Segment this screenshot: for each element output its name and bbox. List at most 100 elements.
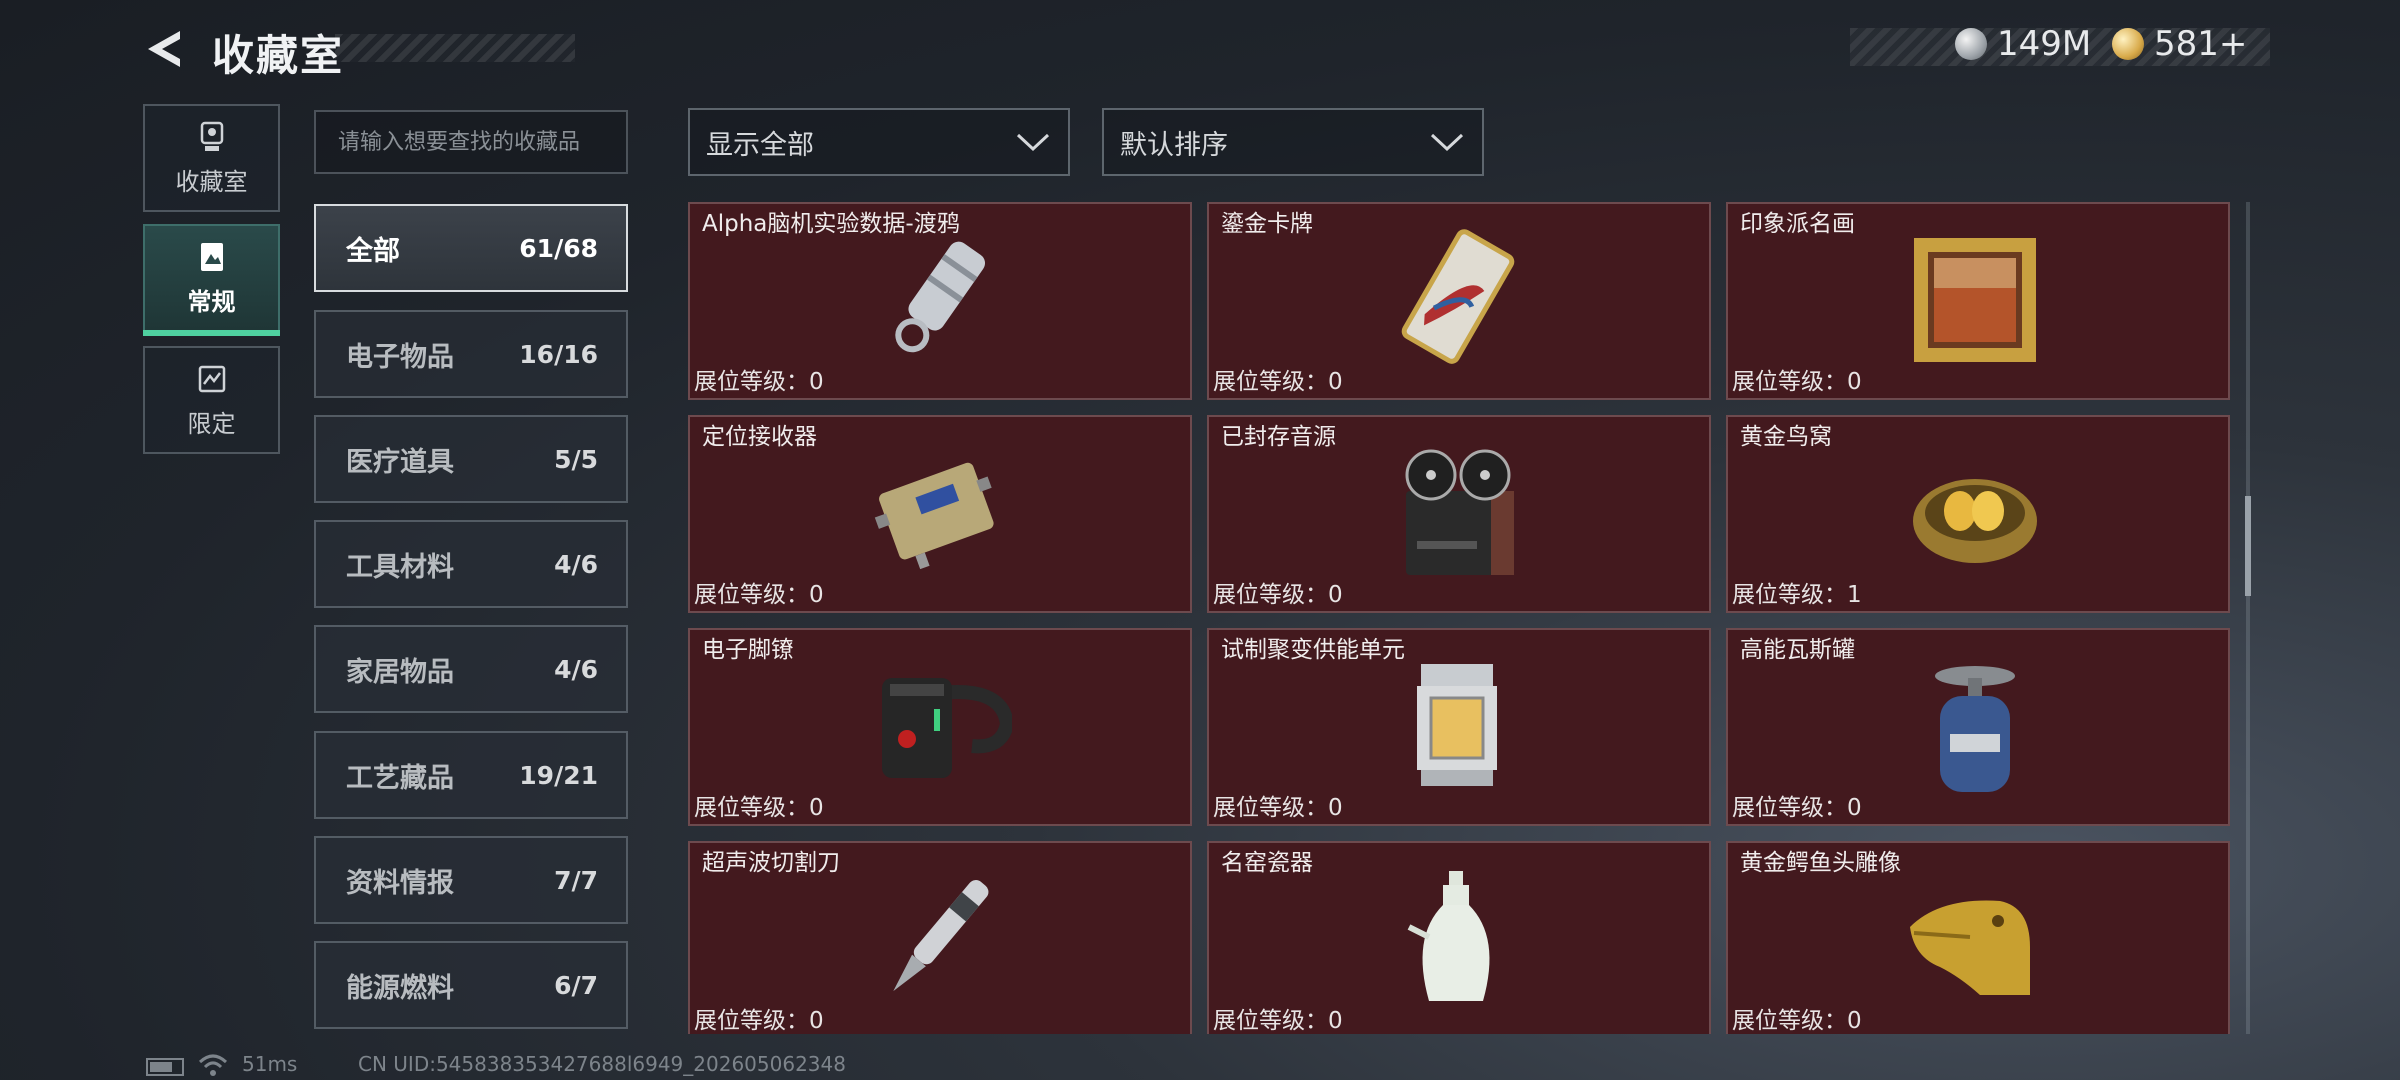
display-level: 展位等级：0 xyxy=(1213,369,1343,395)
sort-dropdown[interactable]: 默认排序 xyxy=(1102,108,1484,176)
display-level: 展位等级：0 xyxy=(1213,795,1343,821)
chevron-down-icon xyxy=(1430,133,1464,152)
limited-icon xyxy=(198,365,225,392)
display-level: 展位等级：0 xyxy=(694,1008,824,1034)
back-arrow-icon[interactable] xyxy=(140,25,188,73)
side-tab-collection[interactable]: 收藏室 xyxy=(143,104,280,212)
currency-silver-value: 149M xyxy=(1997,24,2092,64)
collection-card[interactable]: 黄金鳄鱼头雕像 展位等级：0 xyxy=(1726,841,2230,1034)
display-level: 展位等级：0 xyxy=(1732,369,1862,395)
category-count: 4/6 xyxy=(554,654,598,684)
display-filter-value: 显示全部 xyxy=(706,129,814,161)
category-name: 电子物品 xyxy=(346,341,454,373)
battery-icon xyxy=(146,1058,184,1076)
side-tab-label: 收藏室 xyxy=(175,167,248,196)
gas-canister-icon xyxy=(1935,666,2015,792)
side-tab-regular[interactable]: 常规 xyxy=(143,224,280,336)
collection-card[interactable]: 印象派名画 展位等级：0 xyxy=(1726,202,2230,400)
wifi-icon xyxy=(198,1054,228,1076)
category-count: 7/7 xyxy=(554,865,598,895)
collection-card[interactable]: 超声波切割刀 展位等级：0 xyxy=(688,841,1192,1034)
category-household[interactable]: 家居物品 4/6 xyxy=(314,625,628,713)
category-count: 6/7 xyxy=(554,970,598,1000)
item-name: 定位接收器 xyxy=(702,424,817,450)
item-name: 黄金鸟窝 xyxy=(1740,424,1832,450)
category-name: 工艺藏品 xyxy=(346,762,454,794)
category-count: 16/16 xyxy=(519,339,598,369)
search-input[interactable] xyxy=(314,110,628,174)
fusion-power-unit-icon xyxy=(1417,664,1497,786)
category-count: 4/6 xyxy=(554,549,598,579)
collection-card[interactable]: 电子脚镣 展位等级：0 xyxy=(688,628,1192,826)
porcelain-vase-icon xyxy=(1407,871,1490,1001)
collection-grid: Alpha脑机实验数据-渡鸦 展位等级：0 鎏金卡牌 展位等级：0 印象派名画 xyxy=(688,202,2230,1034)
display-level: 展位等级：0 xyxy=(1732,795,1862,821)
category-count: 61/68 xyxy=(519,233,598,263)
sort-value: 默认排序 xyxy=(1120,129,1228,161)
category-electronics[interactable]: 电子物品 16/16 xyxy=(314,310,628,398)
collection-card[interactable]: 高能瓦斯罐 展位等级：0 xyxy=(1726,628,2230,826)
currency-silver: 149M xyxy=(1955,24,2091,64)
category-name: 资料情报 xyxy=(346,867,454,899)
locator-receiver-icon xyxy=(874,462,994,570)
collection-card[interactable]: 已封存音源 展位等级：0 xyxy=(1207,415,1711,613)
category-energy[interactable]: 能源燃料 6/7 xyxy=(314,941,628,1029)
category-medical[interactable]: 医疗道具 5/5 xyxy=(314,415,628,503)
gilded-card-icon xyxy=(1401,229,1515,364)
framed-painting-icon xyxy=(1914,238,2036,362)
display-level: 展位等级：0 xyxy=(1732,1008,1862,1034)
category-name: 家居物品 xyxy=(346,656,454,688)
item-name: 超声波切割刀 xyxy=(702,850,840,876)
collection-card[interactable]: 定位接收器 展位等级：0 xyxy=(688,415,1192,613)
category-name: 医疗道具 xyxy=(346,446,454,478)
display-level: 展位等级：0 xyxy=(694,795,824,821)
category-tools[interactable]: 工具材料 4/6 xyxy=(314,520,628,608)
category-all[interactable]: 全部 61/68 xyxy=(314,204,628,292)
reel-to-reel-recorder-icon xyxy=(1405,449,1514,575)
category-crafts[interactable]: 工艺藏品 19/21 xyxy=(314,731,628,819)
display-level: 展位等级：0 xyxy=(1213,582,1343,608)
display-level: 展位等级：0 xyxy=(694,369,824,395)
category-intel[interactable]: 资料情报 7/7 xyxy=(314,836,628,924)
collection-card[interactable]: 试制聚变供能单元 展位等级：0 xyxy=(1207,628,1711,826)
item-name: 电子脚镣 xyxy=(702,637,794,663)
item-name: 鎏金卡牌 xyxy=(1221,211,1313,237)
chevron-down-icon xyxy=(1016,133,1050,152)
ping-text: 51ms xyxy=(242,1052,298,1076)
silver-coin-icon xyxy=(1955,28,1987,60)
collection-card[interactable]: 鎏金卡牌 展位等级：0 xyxy=(1207,202,1711,400)
side-tab-limited[interactable]: 限定 xyxy=(143,346,280,454)
item-name: 印象派名画 xyxy=(1740,211,1855,237)
title-decoration xyxy=(335,34,575,62)
usb-drive-keychain-icon xyxy=(895,241,986,353)
item-name: 高能瓦斯罐 xyxy=(1740,637,1855,663)
category-count: 5/5 xyxy=(554,444,598,474)
document-icon xyxy=(200,242,223,271)
ankle-monitor-icon xyxy=(882,678,1012,778)
grid-scrollbar-thumb[interactable] xyxy=(2245,496,2251,596)
display-filter-dropdown[interactable]: 显示全部 xyxy=(688,108,1070,176)
golden-nest-icon xyxy=(1913,479,2037,563)
category-name: 能源燃料 xyxy=(346,972,454,1004)
item-name: 已封存音源 xyxy=(1221,424,1336,450)
side-tab-label: 限定 xyxy=(187,409,236,438)
collection-card[interactable]: Alpha脑机实验数据-渡鸦 展位等级：0 xyxy=(688,202,1192,400)
grid-scrollbar-track[interactable] xyxy=(2246,202,2250,1034)
category-count: 19/21 xyxy=(519,760,598,790)
uid-text: CN UID:545838353427688l6949_202605062348 xyxy=(358,1052,846,1076)
item-name: 名窑瓷器 xyxy=(1221,850,1313,876)
display-level: 展位等级：0 xyxy=(1213,1008,1343,1034)
gold-coin-icon xyxy=(2112,28,2144,60)
category-name: 工具材料 xyxy=(346,551,454,583)
trophy-icon xyxy=(200,121,223,151)
ultrasonic-cutter-icon xyxy=(893,880,989,992)
display-level: 展位等级：0 xyxy=(694,582,824,608)
collection-card[interactable]: 名窑瓷器 展位等级：0 xyxy=(1207,841,1711,1034)
page-title: 收藏室 xyxy=(212,31,345,80)
currency-gold[interactable]: 581+ xyxy=(2112,24,2247,64)
collection-card[interactable]: 黄金鸟窝 展位等级：1 xyxy=(1726,415,2230,613)
item-name: 黄金鳄鱼头雕像 xyxy=(1740,850,1901,876)
category-name: 全部 xyxy=(346,235,400,267)
currency-gold-value: 581+ xyxy=(2154,24,2248,64)
side-tab-label: 常规 xyxy=(187,287,236,316)
